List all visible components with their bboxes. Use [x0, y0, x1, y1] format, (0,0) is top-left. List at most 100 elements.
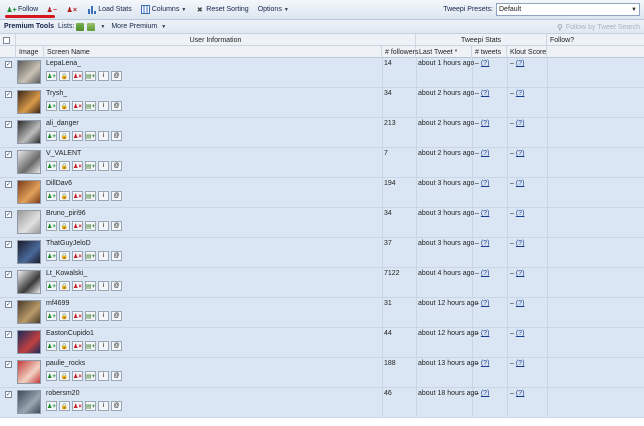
- screen-name[interactable]: LepaLena_: [46, 60, 81, 67]
- avatar[interactable]: [17, 270, 41, 294]
- tweets-load-link[interactable]: (?): [481, 210, 490, 217]
- screen-name[interactable]: ali_danger: [46, 120, 79, 127]
- row-checkbox[interactable]: ✓: [5, 121, 12, 128]
- info-icon[interactable]: i: [98, 131, 109, 141]
- screen-name[interactable]: Lt_Kowalski_: [46, 270, 87, 277]
- add-to-list-icon[interactable]: ▤+: [85, 191, 96, 201]
- block-user-icon[interactable]: ♟×: [72, 401, 83, 411]
- table-row[interactable]: ✓ DillDav6 ♟+ 🔒 ♟× ▤+ i @194 about 3 hours ago – …: [0, 178, 644, 208]
- table-row[interactable]: ✓ EastonCupido1 ♟+ 🔒 ♟× ▤+ i @44 about 12 hours …: [0, 328, 644, 358]
- screen-name[interactable]: V_VALENT: [46, 150, 81, 157]
- table-row[interactable]: ✓ Lt_Kowalski_ ♟+ 🔒 ♟× ▤+ i @7122 about 4 hours …: [0, 268, 644, 298]
- row-checkbox[interactable]: ✓: [5, 331, 12, 338]
- tweets-load-link[interactable]: (?): [481, 330, 490, 337]
- tweets-load-link[interactable]: (?): [481, 300, 490, 307]
- select-all-checkbox[interactable]: [3, 36, 10, 44]
- block-user-icon[interactable]: ♟×: [72, 161, 83, 171]
- add-to-list-icon[interactable]: ▤+: [85, 311, 96, 321]
- chevron-down-icon[interactable]: ▼: [100, 24, 105, 30]
- tweets-load-link[interactable]: (?): [481, 390, 490, 397]
- table-row[interactable]: ✓ robersm20 ♟+ 🔒 ♟× ▤+ i @46 about 18 hours ago –…: [0, 388, 644, 418]
- screen-name[interactable]: paulie_rocks: [46, 360, 85, 367]
- options-menu-button[interactable]: Options ▼: [255, 3, 292, 17]
- lock-icon[interactable]: 🔒: [59, 401, 70, 411]
- presets-select[interactable]: Default ▼: [496, 3, 640, 16]
- klout-load-link[interactable]: (?): [516, 390, 525, 397]
- klout-load-link[interactable]: (?): [516, 360, 525, 367]
- mention-icon[interactable]: @: [111, 341, 122, 351]
- screen-name[interactable]: robersm20: [46, 390, 79, 397]
- table-row[interactable]: ✓ V_VALENT ♟+ 🔒 ♟× ▤+ i @7 about 2 hours ago – (?…: [0, 148, 644, 178]
- avatar[interactable]: [17, 150, 41, 174]
- tweets-load-link[interactable]: (?): [481, 240, 490, 247]
- row-checkbox[interactable]: ✓: [5, 151, 12, 158]
- block-user-icon[interactable]: ♟×: [72, 71, 83, 81]
- tweets-load-link[interactable]: (?): [481, 60, 490, 67]
- info-icon[interactable]: i: [98, 191, 109, 201]
- follow-user-icon[interactable]: ♟+: [46, 281, 57, 291]
- table-row[interactable]: ✓ LepaLena_ ♟+ 🔒 ♟× ▤+ i @14 about 1 hours ago – …: [0, 58, 644, 88]
- avatar[interactable]: [17, 180, 41, 204]
- tweets-column-header[interactable]: # tweets: [472, 46, 507, 58]
- info-icon[interactable]: i: [98, 371, 109, 381]
- add-to-list-icon[interactable]: ▤+: [85, 401, 96, 411]
- avatar[interactable]: [17, 120, 41, 144]
- tweets-load-link[interactable]: (?): [481, 150, 490, 157]
- follow-user-icon[interactable]: ♟+: [46, 221, 57, 231]
- block-user-icon[interactable]: ♟×: [72, 371, 83, 381]
- tweets-load-link[interactable]: (?): [481, 360, 490, 367]
- block-user-icon[interactable]: ♟×: [72, 221, 83, 231]
- info-icon[interactable]: i: [98, 281, 109, 291]
- add-to-list-icon[interactable]: ▤+: [85, 281, 96, 291]
- lock-icon[interactable]: 🔒: [59, 161, 70, 171]
- klout-load-link[interactable]: (?): [516, 60, 525, 67]
- list-add-icon[interactable]: [76, 22, 85, 31]
- klout-load-link[interactable]: (?): [516, 180, 525, 187]
- tweets-load-link[interactable]: (?): [481, 270, 490, 277]
- follow-user-icon[interactable]: ♟+: [46, 401, 57, 411]
- block-user-icon[interactable]: ♟×: [72, 131, 83, 141]
- info-icon[interactable]: i: [98, 221, 109, 231]
- tweet-search-box[interactable]: ⚲ Follow by Tweet Search: [530, 21, 640, 33]
- follow-user-icon[interactable]: ♟+: [46, 71, 57, 81]
- last-tweet-column-header[interactable]: Last Tweet *: [416, 46, 472, 58]
- lock-icon[interactable]: 🔒: [59, 221, 70, 231]
- row-checkbox[interactable]: ✓: [5, 181, 12, 188]
- follow-user-icon[interactable]: ♟+: [46, 341, 57, 351]
- row-checkbox[interactable]: ✓: [5, 91, 12, 98]
- add-to-list-icon[interactable]: ▤+: [85, 251, 96, 261]
- lock-icon[interactable]: 🔒: [59, 191, 70, 201]
- mention-icon[interactable]: @: [111, 221, 122, 231]
- avatar[interactable]: [17, 390, 41, 414]
- klout-load-link[interactable]: (?): [516, 150, 525, 157]
- screen-name[interactable]: EastonCupido1: [46, 330, 94, 337]
- avatar[interactable]: [17, 360, 41, 384]
- tweets-load-link[interactable]: (?): [481, 120, 490, 127]
- lock-icon[interactable]: 🔒: [59, 371, 70, 381]
- block-user-icon[interactable]: ♟×: [72, 341, 83, 351]
- screen-name[interactable]: Trysh_: [46, 90, 67, 97]
- load-stats-button[interactable]: Load Stats: [84, 3, 134, 17]
- lock-icon[interactable]: 🔒: [59, 131, 70, 141]
- klout-column-header[interactable]: Klout Score: [507, 46, 547, 58]
- table-row[interactable]: ✓ ThatGuyJeloD ♟+ 🔒 ♟× ▤+ i @37 about 3 hours ag…: [0, 238, 644, 268]
- mention-icon[interactable]: @: [111, 191, 122, 201]
- block-user-icon[interactable]: ♟×: [72, 101, 83, 111]
- block-button[interactable]: ♟×: [64, 3, 81, 17]
- klout-load-link[interactable]: (?): [516, 300, 525, 307]
- follow-user-icon[interactable]: ♟+: [46, 311, 57, 321]
- info-icon[interactable]: i: [98, 101, 109, 111]
- table-row[interactable]: ✓ Trysh_ ♟+ 🔒 ♟× ▤+ i @34 about 2 hours ago – (?)…: [0, 88, 644, 118]
- lock-icon[interactable]: 🔒: [59, 251, 70, 261]
- mention-icon[interactable]: @: [111, 311, 122, 321]
- lock-icon[interactable]: 🔒: [59, 311, 70, 321]
- avatar[interactable]: [17, 300, 41, 324]
- row-checkbox[interactable]: ✓: [5, 61, 12, 68]
- avatar[interactable]: [17, 210, 41, 234]
- row-checkbox[interactable]: ✓: [5, 361, 12, 368]
- row-checkbox[interactable]: ✓: [5, 271, 12, 278]
- info-icon[interactable]: i: [98, 71, 109, 81]
- tweets-load-link[interactable]: (?): [481, 180, 490, 187]
- image-column-header[interactable]: Image: [16, 46, 44, 58]
- add-to-list-icon[interactable]: ▤+: [85, 371, 96, 381]
